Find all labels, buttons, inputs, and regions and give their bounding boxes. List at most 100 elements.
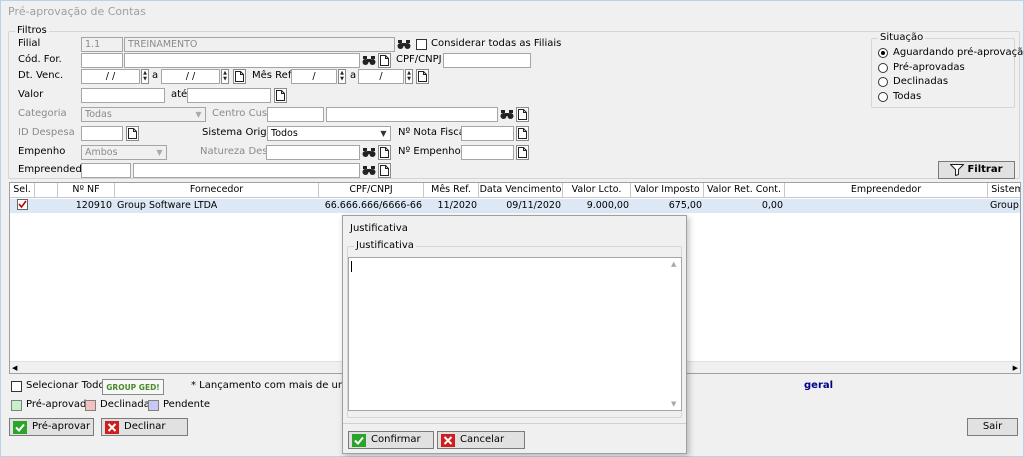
justificativa-dialog: Justificativa Justificativa ▲ ▼ Confirma…: [342, 215, 687, 454]
centro-custo-name-field[interactable]: [326, 107, 498, 122]
cancelar-button[interactable]: Cancelar: [437, 431, 525, 449]
legend-preaprovada-swatch: [11, 400, 22, 411]
situacao-radio-aguardando[interactable]: [878, 48, 888, 58]
justificativa-textarea[interactable]: [348, 257, 682, 411]
group-ged-logo[interactable]: GROUP GED!: [102, 379, 164, 395]
legend-declinada-label: Declinada: [100, 399, 150, 410]
empenho-chevron-down-icon: ▼: [156, 148, 163, 157]
filial-code-field[interactable]: 1.1: [81, 37, 123, 52]
all-filiais-checkbox[interactable]: [416, 39, 427, 50]
preaprovar-label: Pré-aprovar: [32, 421, 91, 432]
confirmar-label: Confirmar: [371, 434, 421, 445]
cell-mes-ref: 11/2020: [437, 200, 477, 211]
grid-header-mes-ref[interactable]: Mês Ref.: [424, 183, 479, 198]
geral-label: geral: [804, 380, 834, 391]
id-despesa-document-icon[interactable]: [126, 126, 139, 141]
centro-custo-code-field[interactable]: [267, 107, 324, 122]
grid-header-data-vencimento[interactable]: Data Vencimento: [479, 183, 563, 198]
preaprovar-button[interactable]: Pré-aprovar: [9, 418, 94, 436]
grid-header-empreendedor[interactable]: Empreendedor: [785, 183, 988, 198]
mes-ref-start-spinner[interactable]: ▲ ▼: [338, 69, 346, 84]
check-icon: [13, 420, 27, 434]
multi-class-note: * Lançamento com mais de uma Classi: [191, 380, 343, 391]
ged-logo-text: GROUP GED!: [106, 382, 160, 392]
cpf-cnpj-field[interactable]: [443, 53, 531, 68]
dialog-divider: [343, 423, 686, 424]
grid-header-sistema[interactable]: Sistem: [988, 183, 1020, 198]
fornecedor-search-binoculars-icon[interactable]: [361, 53, 376, 68]
situacao-radio-todas[interactable]: [878, 92, 888, 102]
empreendedor-document-icon[interactable]: [378, 163, 391, 178]
num-empenho-field[interactable]: [461, 145, 514, 160]
x-icon: [105, 420, 119, 434]
natureza-document-icon[interactable]: [378, 145, 391, 160]
dt-venc-start-field[interactable]: / /: [81, 69, 140, 84]
num-empenho-document-icon[interactable]: [516, 145, 529, 160]
select-all-checkbox[interactable]: [11, 381, 22, 392]
dt-venc-start-spinner[interactable]: ▲ ▼: [141, 69, 149, 84]
select-all-label: Selecionar Todos: [26, 380, 110, 391]
fornecedor-new-document-icon[interactable]: [378, 53, 391, 68]
empreendedor-binoculars-icon[interactable]: [361, 163, 376, 178]
mes-ref-start-field[interactable]: /: [291, 69, 337, 84]
situacao-radio-preaprovadas[interactable]: [878, 63, 888, 73]
justificativa-group-label: Justificativa: [354, 240, 416, 252]
empreendedor-name-field[interactable]: [133, 163, 360, 178]
grid-header-sel[interactable]: Sel.: [10, 183, 35, 198]
cod-for-label: Cód. For.: [18, 54, 62, 65]
mes-ref-clear-icon[interactable]: [416, 69, 429, 84]
nota-fiscal-field[interactable]: [461, 126, 514, 141]
valor-clear-icon[interactable]: [274, 88, 287, 103]
textarea-vertical-scrollbar[interactable]: ▲ ▼: [669, 258, 681, 410]
scroll-right-icon[interactable]: ▶: [1013, 362, 1018, 373]
centro-custo-binoculars-icon[interactable]: [499, 107, 514, 122]
situacao-option-aguardando: Aguardando pré-aprovação: [893, 47, 1024, 58]
situacao-radio-declinadas[interactable]: [878, 77, 888, 87]
filtrar-button[interactable]: Filtrar: [938, 161, 1015, 179]
declinar-button[interactable]: Declinar: [101, 418, 188, 436]
empenho-select[interactable]: Ambos ▼: [81, 145, 167, 160]
window-title: Pré-aprovação de Contas: [1, 1, 1023, 23]
filial-name-field[interactable]: TREINAMENTO: [124, 37, 395, 52]
grid-header-blank[interactable]: [35, 183, 58, 198]
natureza-binoculars-icon[interactable]: [361, 145, 376, 160]
cell-sistema: Group S: [990, 200, 1020, 211]
categoria-chevron-down-icon: ▼: [195, 110, 202, 119]
centro-custo-document-icon[interactable]: [516, 107, 529, 122]
empenho-label: Empenho: [18, 146, 66, 157]
scroll-up-icon[interactable]: ▲: [671, 260, 676, 268]
natureza-field[interactable]: [266, 145, 360, 160]
all-filiais-label: Considerar todas as Filiais: [431, 38, 562, 49]
cell-valor-ret: 0,00: [761, 200, 783, 211]
id-despesa-field[interactable]: [81, 126, 123, 141]
dt-venc-clear-icon[interactable]: [233, 69, 246, 84]
dt-venc-end-spinner[interactable]: ▲ ▼: [221, 69, 229, 84]
cod-for-field[interactable]: [81, 53, 123, 68]
grid-header-cpf-cnpj[interactable]: CPF/CNPJ: [319, 183, 424, 198]
sair-button[interactable]: Sair: [967, 418, 1018, 436]
valor-ate-label: até: [171, 89, 188, 100]
mes-ref-end-spinner[interactable]: ▲ ▼: [405, 69, 413, 84]
valor-start-field[interactable]: [81, 88, 165, 103]
sistema-origem-select[interactable]: Todos ▼: [267, 126, 391, 141]
filial-search-binoculars-icon[interactable]: [396, 37, 411, 52]
valor-label: Valor: [18, 89, 44, 100]
grid-header-valor-lcto[interactable]: Valor Lcto.: [563, 183, 631, 198]
valor-end-field[interactable]: [187, 88, 271, 103]
grid-header-valor-ret[interactable]: Valor Ret. Cont.: [704, 183, 785, 198]
grid-header-fornecedor[interactable]: Fornecedor: [115, 183, 319, 198]
legend-pendente-swatch: [148, 400, 159, 411]
dt-venc-end-field[interactable]: / /: [161, 69, 220, 84]
row-checkbox[interactable]: [17, 199, 29, 213]
mes-ref-end-field[interactable]: /: [358, 69, 404, 84]
fornecedor-name-field[interactable]: [124, 53, 360, 68]
categoria-select[interactable]: Todas ▼: [81, 107, 206, 122]
scroll-left-icon[interactable]: ◀: [12, 362, 17, 373]
grid-header-valor-imposto[interactable]: Valor Imposto: [631, 183, 704, 198]
empenho-value: Ambos: [85, 147, 118, 158]
empreendedor-code-field[interactable]: [81, 163, 131, 178]
grid-header-num-nf[interactable]: Nº NF: [58, 183, 115, 198]
confirmar-button[interactable]: Confirmar: [348, 431, 434, 449]
nota-fiscal-document-icon[interactable]: [516, 126, 529, 141]
scroll-down-icon[interactable]: ▼: [671, 400, 676, 408]
